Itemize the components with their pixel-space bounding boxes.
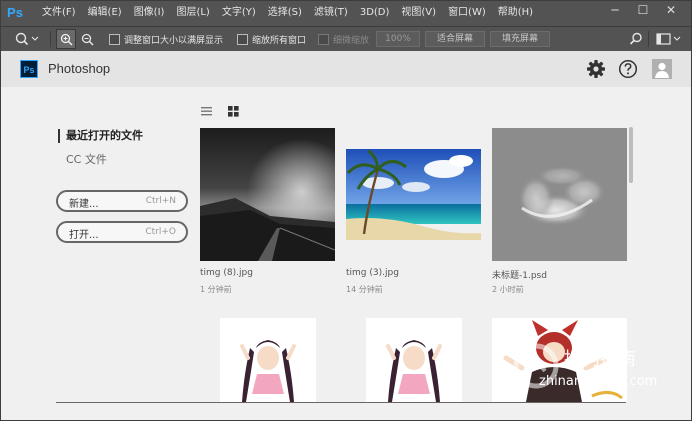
help-icon[interactable] [618, 59, 638, 79]
sidebar-item-recent[interactable]: 最近打开的文件 [58, 129, 143, 143]
scrubby-zoom-checkbox[interactable] [318, 33, 329, 45]
start-workspace: Ps Photoshop 最近打开的文件 CC 文件 新建... Ctrl+N … [1, 51, 691, 421]
menu-view[interactable]: 视图(V) [395, 0, 442, 26]
recent-file-time: 1 分钟前 [200, 285, 232, 294]
recent-file-thumbnail-5[interactable] [366, 318, 462, 402]
menu-window[interactable]: 窗口(W) [442, 0, 492, 26]
new-button-label: 新建... [69, 199, 99, 210]
menu-items: 文件(F) 编辑(E) 图像(I) 图层(L) 文字(Y) 选择(S) 滤镜(T… [36, 0, 539, 26]
recent-file-name[interactable]: timg (8).jpg [200, 268, 253, 278]
sidebar-item-cc-files[interactable]: CC 文件 [58, 153, 143, 167]
app-name: Photoshop [48, 61, 111, 76]
zoom-all-option[interactable]: 缩放所有窗口 [237, 27, 306, 51]
photoshop-logo-icon: Ps [7, 5, 23, 20]
zoom-out-button[interactable] [77, 29, 97, 49]
menu-file[interactable]: 文件(F) [36, 0, 82, 26]
menu-edit[interactable]: 编辑(E) [82, 0, 128, 26]
zoom-in-icon [60, 33, 73, 46]
watermark-url: zhinan.sogou.com [539, 374, 658, 389]
recent-file-thumbnail-3[interactable] [492, 128, 627, 261]
menu-3d[interactable]: 3D(D) [354, 0, 396, 26]
resize-windows-label: 调整窗口大小以满屏显示 [124, 35, 224, 46]
menu-type[interactable]: 文字(Y) [216, 0, 262, 26]
menu-help[interactable]: 帮助(H) [492, 0, 539, 26]
user-avatar-icon[interactable] [652, 59, 672, 79]
menu-filter[interactable]: 滤镜(T) [308, 0, 354, 26]
open-button[interactable]: 打开... Ctrl+O [56, 221, 188, 243]
recent-file-time: 14 分钟前 [346, 285, 383, 294]
fit-screen-button[interactable]: 适合屏幕 [425, 31, 485, 47]
scrubby-zoom-option[interactable]: 细微缩放 [318, 27, 369, 51]
workspace-switcher[interactable] [656, 27, 682, 51]
recent-file-time: 2 小时前 [492, 285, 524, 294]
search-button[interactable] [629, 27, 643, 51]
photoshop-app-icon: Ps [20, 60, 38, 78]
zoom-all-label: 缩放所有窗口 [252, 35, 307, 46]
workspace-icon [656, 33, 681, 45]
menu-image[interactable]: 图像(I) [128, 0, 171, 26]
separator [648, 31, 649, 47]
zoom-tool-icon [15, 32, 39, 46]
separator [50, 31, 51, 47]
watermark-title: 搜狗指南 [564, 349, 636, 370]
search-icon [629, 32, 642, 45]
close-button[interactable]: ✕ [658, 0, 684, 20]
resize-windows-option[interactable]: 调整窗口大小以满屏显示 [109, 27, 223, 51]
zoom-out-icon [81, 33, 94, 46]
scrollbar[interactable] [629, 127, 633, 183]
zoom-all-checkbox[interactable] [237, 33, 248, 45]
fill-screen-button[interactable]: 填充屏幕 [490, 31, 550, 47]
zoom-tool-preset[interactable] [14, 27, 40, 51]
zoom-100-button[interactable]: 100% [376, 31, 420, 47]
menu-layer[interactable]: 图层(L) [170, 0, 215, 26]
recent-file-name[interactable]: 未标题-1.psd [492, 268, 547, 281]
divider [56, 402, 626, 403]
menu-select[interactable]: 选择(S) [262, 0, 308, 26]
recent-file-thumbnail-4[interactable] [220, 318, 316, 402]
minimize-button[interactable]: ─ [602, 0, 628, 20]
open-button-shortcut: Ctrl+O [145, 227, 176, 237]
recent-file-name[interactable]: timg (3).jpg [346, 268, 399, 278]
gear-icon[interactable] [586, 59, 606, 79]
scrubby-zoom-label: 细微缩放 [333, 35, 370, 46]
menu-bar: Ps 文件(F) 编辑(E) 图像(I) 图层(L) 文字(Y) 选择(S) 滤… [0, 0, 692, 26]
options-bar: 调整窗口大小以满屏显示 缩放所有窗口 细微缩放 100% 适合屏幕 填充屏幕 [0, 26, 692, 51]
start-header: Ps Photoshop [1, 51, 691, 87]
maximize-button[interactable]: ☐ [630, 0, 656, 20]
zoom-in-button[interactable] [56, 29, 76, 49]
recent-file-thumbnail-1[interactable] [200, 128, 335, 261]
grid-view-icon[interactable] [228, 106, 239, 117]
recent-file-thumbnail-2[interactable] [346, 149, 481, 240]
open-button-label: 打开... [69, 230, 99, 241]
resize-windows-checkbox[interactable] [109, 33, 120, 45]
new-button[interactable]: 新建... Ctrl+N [56, 190, 188, 212]
list-view-icon[interactable] [201, 106, 213, 117]
sidebar-nav: 最近打开的文件 CC 文件 [58, 129, 143, 177]
new-button-shortcut: Ctrl+N [145, 196, 176, 206]
